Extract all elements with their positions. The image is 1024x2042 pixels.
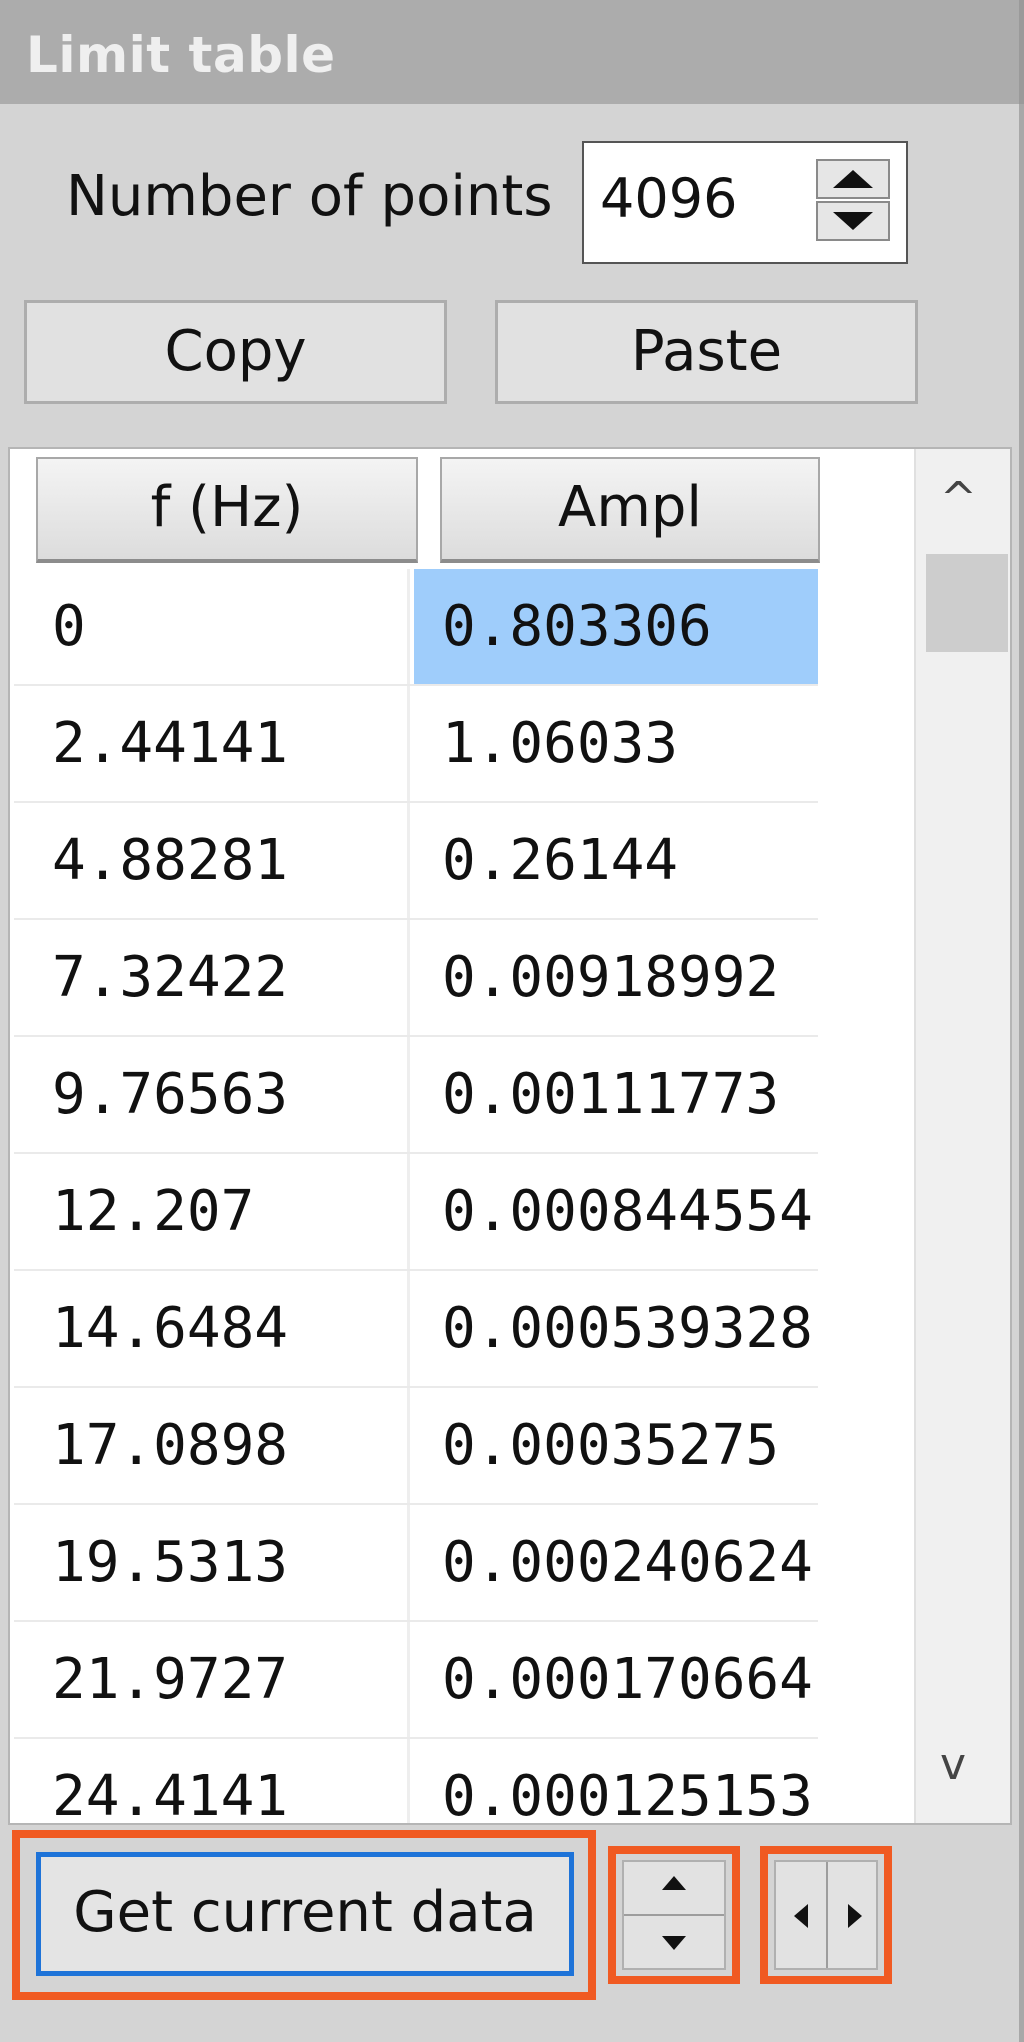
- table-row[interactable]: 12.207 0.000844554: [14, 1154, 818, 1271]
- table-row[interactable]: 9.76563 0.00111773: [14, 1037, 818, 1154]
- spin-up-button[interactable]: [816, 159, 890, 199]
- scrollbar-thumb[interactable]: [926, 554, 1008, 652]
- cell-frequency[interactable]: 24.4141: [14, 1739, 410, 1823]
- column-header-amplitude[interactable]: Ampl: [440, 457, 820, 563]
- table-body: 0 0.803306 2.44141 1.06033 4.88281 0.261…: [14, 569, 818, 1823]
- table-row[interactable]: 21.9727 0.000170664: [14, 1622, 818, 1739]
- triangle-up-icon: [833, 170, 873, 188]
- table-row[interactable]: 0 0.803306: [14, 569, 818, 686]
- cell-frequency[interactable]: 17.0898: [14, 1388, 410, 1503]
- vertical-stepper[interactable]: [622, 1860, 726, 1970]
- column-header-frequency[interactable]: f (Hz): [36, 457, 418, 563]
- cell-amplitude[interactable]: 0.26144: [414, 803, 818, 918]
- number-of-points-input[interactable]: [600, 167, 790, 230]
- table-row[interactable]: 7.32422 0.00918992: [14, 920, 818, 1037]
- copy-button[interactable]: Copy: [24, 300, 447, 404]
- cell-frequency[interactable]: 12.207: [14, 1154, 410, 1269]
- arrow-left-icon[interactable]: [794, 1904, 808, 1928]
- horizontal-stepper[interactable]: [774, 1860, 878, 1970]
- cell-frequency[interactable]: 19.5313: [14, 1505, 410, 1620]
- arrow-right-icon[interactable]: [848, 1904, 862, 1928]
- window-title: Limit table: [26, 26, 336, 84]
- get-current-data-highlight: Get current data: [12, 1830, 596, 2000]
- cell-frequency[interactable]: 4.88281: [14, 803, 410, 918]
- horizontal-stepper-highlight: [760, 1846, 892, 1984]
- cell-frequency[interactable]: 7.32422: [14, 920, 410, 1035]
- cell-frequency[interactable]: 2.44141: [14, 686, 410, 801]
- table-row[interactable]: 17.0898 0.00035275: [14, 1388, 818, 1505]
- cell-amplitude[interactable]: 0.000125153: [414, 1739, 818, 1823]
- cell-amplitude[interactable]: 0.00918992: [414, 920, 818, 1035]
- table-row[interactable]: 14.6484 0.000539328: [14, 1271, 818, 1388]
- number-of-points-label: Number of points: [66, 164, 553, 229]
- get-current-data-button[interactable]: Get current data: [36, 1852, 574, 1976]
- chevron-down-icon[interactable]: v: [940, 1739, 966, 1790]
- window-titlebar: Limit table: [0, 0, 1024, 104]
- triangle-up-icon[interactable]: [662, 1876, 686, 1890]
- cell-frequency[interactable]: 14.6484: [14, 1271, 410, 1386]
- cell-amplitude[interactable]: 1.06033: [414, 686, 818, 801]
- cell-frequency[interactable]: 9.76563: [14, 1037, 410, 1152]
- table-row[interactable]: 2.44141 1.06033: [14, 686, 818, 803]
- cell-amplitude[interactable]: 0.000240624: [414, 1505, 818, 1620]
- cell-frequency[interactable]: 0: [14, 569, 410, 684]
- vertical-scrollbar[interactable]: ^ v: [914, 449, 1010, 1823]
- cell-amplitude[interactable]: 0.00111773: [414, 1037, 818, 1152]
- stepper-divider: [624, 1914, 724, 1916]
- table-row[interactable]: 24.4141 0.000125153: [14, 1739, 818, 1823]
- vertical-stepper-highlight: [608, 1846, 740, 1984]
- cell-amplitude-selected[interactable]: 0.803306: [414, 569, 818, 684]
- stepper-divider: [826, 1862, 828, 1968]
- triangle-down-icon: [833, 212, 873, 230]
- table-row[interactable]: 19.5313 0.000240624: [14, 1505, 818, 1622]
- cell-amplitude[interactable]: 0.00035275: [414, 1388, 818, 1503]
- cell-amplitude[interactable]: 0.000170664: [414, 1622, 818, 1737]
- limit-table[interactable]: f (Hz) Ampl 0 0.803306 2.44141 1.06033 4…: [8, 447, 1012, 1825]
- table-row[interactable]: 4.88281 0.26144: [14, 803, 818, 920]
- number-of-points-spinbox[interactable]: [582, 141, 908, 264]
- cell-amplitude[interactable]: 0.000844554: [414, 1154, 818, 1269]
- cell-amplitude[interactable]: 0.000539328: [414, 1271, 818, 1386]
- triangle-down-icon[interactable]: [662, 1936, 686, 1950]
- chevron-up-icon[interactable]: ^: [940, 473, 977, 524]
- spin-down-button[interactable]: [816, 201, 890, 241]
- paste-button[interactable]: Paste: [495, 300, 918, 404]
- cell-frequency[interactable]: 21.9727: [14, 1622, 410, 1737]
